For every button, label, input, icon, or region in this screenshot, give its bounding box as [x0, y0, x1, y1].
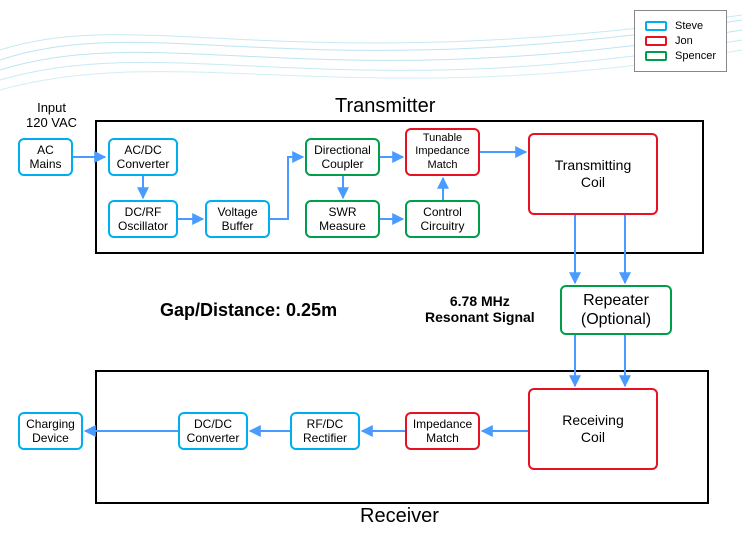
legend-label-steve: Steve — [675, 20, 703, 32]
tunable-impedance-match-block: Tunable Impedance Match — [405, 128, 480, 176]
dc-rf-oscillator-block: DC/RF Oscillator — [108, 200, 178, 238]
input-voltage-label: Input 120 VAC — [26, 100, 77, 130]
legend-swatch-spencer — [645, 51, 667, 61]
repeater-block: Repeater (Optional) — [560, 285, 672, 335]
dc-dc-converter-block: DC/DC Converter — [178, 412, 248, 450]
legend-row-jon: Jon — [645, 35, 716, 47]
resonant-signal-label: 6.78 MHz Resonant Signal — [425, 293, 535, 325]
rf-dc-rectifier-block: RF/DC Rectifier — [290, 412, 360, 450]
receiving-coil-block: Receiving Coil — [528, 388, 658, 470]
legend-row-spencer: Spencer — [645, 50, 716, 62]
directional-coupler-block: Directional Coupler — [305, 138, 380, 176]
legend-swatch-jon — [645, 36, 667, 46]
ac-dc-converter-block: AC/DC Converter — [108, 138, 178, 176]
impedance-match-block: Impedance Match — [405, 412, 480, 450]
voltage-buffer-block: Voltage Buffer — [205, 200, 270, 238]
legend-label-jon: Jon — [675, 35, 693, 47]
legend-box: Steve Jon Spencer — [634, 10, 727, 72]
transmitting-coil-block: Transmitting Coil — [528, 133, 658, 215]
gap-distance-label: Gap/Distance: 0.25m — [160, 300, 337, 321]
control-circuitry-block: Control Circuitry — [405, 200, 480, 238]
legend-row-steve: Steve — [645, 20, 716, 32]
charging-device-block: Charging Device — [18, 412, 83, 450]
receiver-title: Receiver — [360, 505, 439, 528]
legend-label-spencer: Spencer — [675, 50, 716, 62]
ac-mains-block: AC Mains — [18, 138, 73, 176]
transmitter-title: Transmitter — [335, 95, 435, 118]
swr-measure-block: SWR Measure — [305, 200, 380, 238]
legend-swatch-steve — [645, 21, 667, 31]
